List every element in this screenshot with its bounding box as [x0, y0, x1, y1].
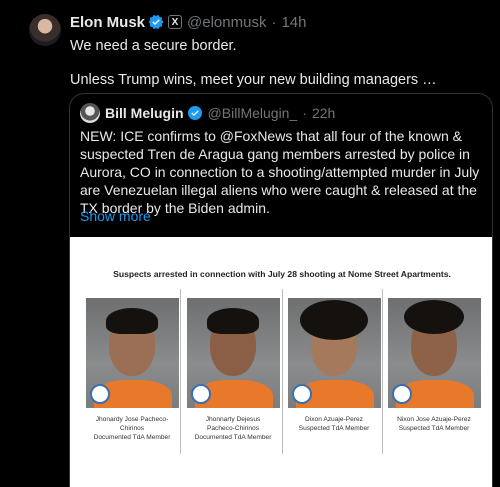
- author-name[interactable]: Elon Musk: [70, 14, 145, 31]
- verified-badge-icon: [187, 106, 202, 120]
- tweet-text-line: Unless Trump wins, meet your new buildin…: [70, 72, 437, 88]
- quoted-tweet-card[interactable]: Bill Melugin @BillMelugin_ · 22h NEW: IC…: [69, 93, 493, 487]
- mugshot-photo: [388, 298, 481, 408]
- dot-separator: ·: [302, 105, 307, 121]
- suspect-caption: Dixon Azuaje-Perez Suspected TdA Member: [298, 416, 370, 432]
- suspect-caption: Jhonardy Jose Pacheco- Chirinos Document…: [93, 416, 171, 441]
- suspect-caption: Nixon Jose Azuaje-Perez Suspected TdA Me…: [397, 416, 471, 432]
- quoted-author-handle: @BillMelugin_: [207, 105, 298, 121]
- mugshot-photo: [86, 298, 179, 408]
- quoted-author-name: Bill Melugin: [105, 105, 184, 121]
- quoted-author-avatar: [80, 103, 100, 123]
- quoted-tweet-time: 22h: [311, 105, 336, 121]
- mugshot-photo: [187, 298, 280, 408]
- tweet-header: Elon Musk X @elonmusk · 14h: [70, 12, 306, 32]
- author-avatar[interactable]: [29, 14, 61, 46]
- tweet-time[interactable]: 14h: [281, 14, 306, 31]
- tweet-text: We need a secure border. Unless Trump wi…: [70, 36, 490, 90]
- mugshot-photo: [288, 298, 381, 408]
- dot-separator: ·: [271, 13, 277, 31]
- quoted-tweet-header: Bill Melugin @BillMelugin_ · 22h: [80, 103, 335, 123]
- show-more-link[interactable]: Show more: [80, 208, 151, 224]
- author-handle[interactable]: @elonmusk: [187, 14, 266, 31]
- suspect-caption: Jhonnarty Dejesus Pacheco-Chirinos Docum…: [194, 416, 272, 441]
- attached-image[interactable]: Suspects arrested in connection with Jul…: [70, 237, 492, 487]
- verified-badge-icon: [148, 14, 164, 30]
- quoted-tweet-text: NEW: ICE confirms to @FoxNews that all f…: [80, 128, 480, 216]
- image-title: Suspects arrested in connection with Jul…: [113, 269, 451, 279]
- tweet-text-line: We need a secure border.: [70, 38, 237, 54]
- x-affiliation-icon: X: [168, 15, 183, 29]
